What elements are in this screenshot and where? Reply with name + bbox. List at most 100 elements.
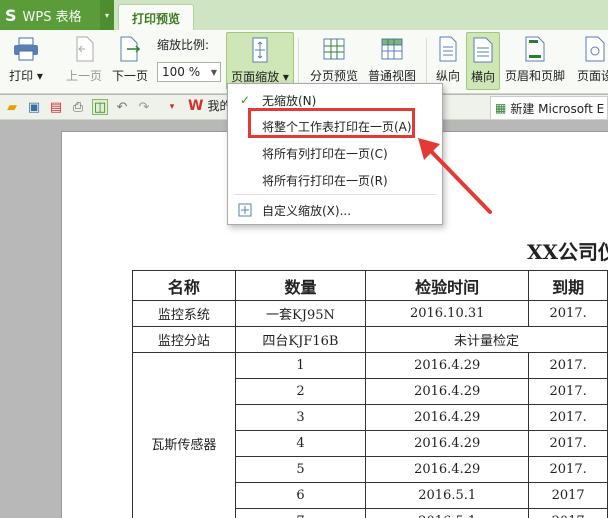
- table-cell: 1: [234, 352, 367, 379]
- page-scale-button[interactable]: 页面缩放 ▾: [226, 32, 294, 90]
- undo-icon[interactable]: ↶: [114, 99, 130, 115]
- zoom-ratio-value: 100 %: [162, 65, 201, 79]
- wps-logo-icon: S: [5, 5, 17, 25]
- app-name: WPS 表格: [22, 9, 82, 25]
- zoom-ratio-label: 缩放比例:: [157, 38, 210, 52]
- table-cell: 2017.: [528, 300, 608, 327]
- portrait-label: 纵向: [435, 69, 460, 83]
- table-cell: 4: [234, 430, 367, 457]
- checkmark-icon: ✓: [239, 93, 251, 107]
- table-header-row: 名称 数量 检验时间 到期: [132, 270, 608, 301]
- table-cell: 7: [234, 508, 367, 518]
- page-scale-icon: [245, 35, 275, 65]
- table-cell: 监控系统: [132, 300, 236, 327]
- table-row: 监控系统 一套KJ95N 2016.10.31 2017.: [132, 300, 608, 327]
- document-tab[interactable]: × ▦ 新建 Microsoft E: [490, 96, 608, 119]
- column-header: 检验时间: [365, 270, 530, 301]
- next-page-label: 下一页: [111, 69, 148, 83]
- table-cell: 2016.4.29: [365, 378, 530, 405]
- menu-item-label: 无缩放(N): [262, 93, 317, 108]
- app-menu-arrow-icon[interactable]: ▾: [100, 0, 114, 30]
- table-cell: 6: [234, 482, 367, 509]
- table-cell: 2016.5.1: [365, 508, 530, 518]
- page-break-preview-icon: [319, 34, 349, 64]
- print-preview-icon[interactable]: ◫: [92, 99, 108, 115]
- table-cell: 2017: [528, 508, 608, 518]
- table-cell: 5: [234, 456, 367, 483]
- format-painter-icon[interactable]: ▾: [164, 99, 180, 115]
- landscape-icon: [468, 35, 498, 65]
- landscape-label: 横向: [470, 70, 495, 84]
- table-cell: 2: [234, 378, 367, 405]
- save-icon[interactable]: ▣: [26, 99, 42, 115]
- tab-print-preview[interactable]: 打印预览: [118, 4, 194, 31]
- column-header: 名称: [132, 270, 236, 301]
- open-folder-icon[interactable]: ▰: [4, 99, 20, 115]
- header-footer-label: 页眉和页脚: [504, 69, 565, 83]
- printer-icon: [11, 34, 41, 64]
- landscape-button[interactable]: 横向: [466, 32, 500, 90]
- wps-app-menu-button[interactable]: S WPS 表格: [0, 0, 100, 30]
- table-row: 监控分站 四台KJF16B 未计量检定: [132, 326, 608, 353]
- chevron-down-icon: ▼: [210, 67, 217, 77]
- table-cell: 2016.5.1: [365, 482, 530, 509]
- next-page-button[interactable]: 下一页: [108, 32, 152, 90]
- page-break-preview-label: 分页预览: [309, 69, 358, 83]
- header-footer-button[interactable]: 页眉和页脚: [502, 32, 568, 90]
- page-setup-icon: [580, 34, 608, 64]
- page-setup-button[interactable]: 页面设: [572, 32, 608, 90]
- print-button[interactable]: 打印 ▾: [4, 32, 48, 90]
- table-cell: 2016.4.29: [365, 404, 530, 431]
- table-cell: 2017.: [528, 430, 608, 457]
- highlight-box: [248, 108, 415, 138]
- prev-page-label: 上一页: [65, 69, 102, 83]
- table-row: 瓦斯传感器 1 2016.4.29 2017.: [132, 352, 608, 518]
- column-header: 数量: [234, 270, 367, 301]
- table-cell: 2017: [528, 482, 608, 509]
- wps-w-icon: W: [188, 97, 204, 114]
- next-page-icon: [115, 34, 145, 64]
- table-cell: 2017.: [528, 352, 608, 379]
- table-cell: 2016.10.31: [365, 300, 530, 327]
- menu-item-label: 将所有列打印在一页(C): [262, 146, 388, 161]
- table-cell: 2017.: [528, 378, 608, 405]
- group-label-cell: 瓦斯传感器: [132, 352, 236, 518]
- normal-view-icon: [377, 34, 407, 64]
- sheet-title: XX公司仪: [527, 240, 608, 264]
- prev-page-button[interactable]: 上一页: [62, 32, 106, 90]
- table-cell: 3: [234, 404, 367, 431]
- custom-scale-icon: [237, 202, 253, 218]
- prev-page-icon: [69, 34, 99, 64]
- header-footer-icon: [520, 34, 550, 64]
- table-cell: 未计量检定: [365, 326, 608, 353]
- print-label: 打印: [9, 69, 34, 83]
- zoom-ratio-select[interactable]: 100 % ▼: [157, 62, 221, 82]
- table-cell: 2016.4.29: [365, 430, 530, 457]
- ribbon-divider: [426, 38, 427, 86]
- equipment-table: 名称 数量 检验时间 到期 监控系统 一套KJ95N 2016.10.31 20…: [132, 270, 608, 518]
- table-cell: 四台KJF16B: [234, 326, 367, 353]
- table-cell: 2016.4.29: [365, 352, 530, 379]
- document-tab-label: 新建 Microsoft E: [510, 101, 605, 116]
- table-cell: 监控分站: [132, 326, 236, 353]
- ribbon-divider: [298, 38, 299, 86]
- export-pdf-icon[interactable]: ▤: [48, 99, 64, 115]
- print-quick-icon[interactable]: ⎙: [70, 99, 86, 115]
- portrait-icon: [433, 34, 463, 64]
- page-scale-label: 页面缩放: [231, 70, 280, 84]
- table-cell: 2016.4.29: [365, 456, 530, 483]
- menu-item-label: 将所有行打印在一页(R): [262, 173, 388, 188]
- page-setup-label: 页面设: [576, 69, 608, 83]
- page-break-preview-button[interactable]: 分页预览: [306, 32, 362, 90]
- portrait-button[interactable]: 纵向: [432, 32, 464, 90]
- menu-item-label: 自定义缩放(X)...: [262, 203, 352, 218]
- spreadsheet-file-icon: ▦: [495, 101, 507, 115]
- redo-icon[interactable]: ↷: [136, 99, 152, 115]
- table-cell: 2017.: [528, 404, 608, 431]
- red-arrow-icon: [418, 138, 492, 214]
- my-wps-tab[interactable]: W 我的: [188, 97, 231, 114]
- normal-view-button[interactable]: 普通视图: [364, 32, 420, 90]
- table-cell: 2017.: [528, 456, 608, 483]
- normal-view-label: 普通视图: [367, 69, 416, 83]
- column-header: 到期: [528, 270, 608, 301]
